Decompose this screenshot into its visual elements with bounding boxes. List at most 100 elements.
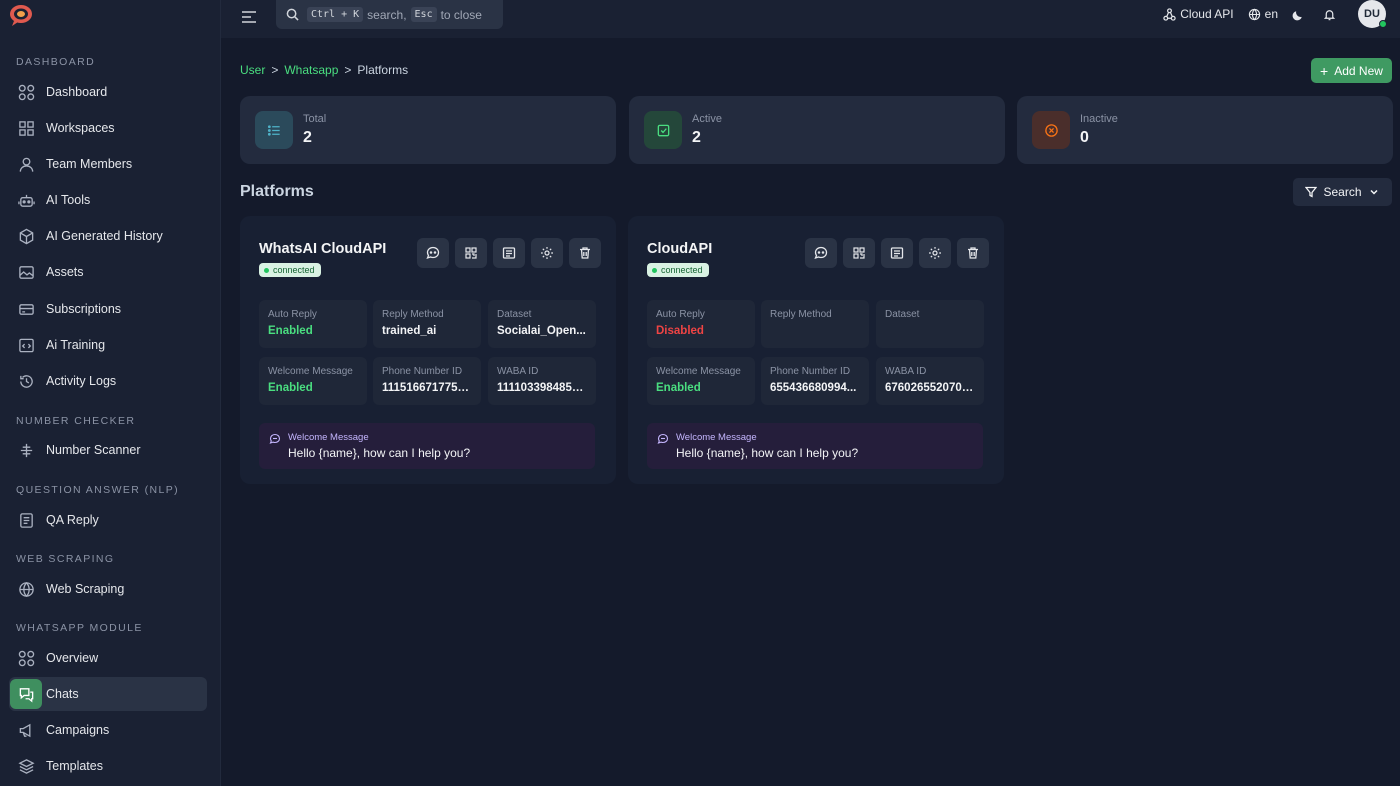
stat-label: Total <box>303 113 327 125</box>
phone-number-id-cell: Phone Number ID 655436680994... <box>761 357 869 405</box>
delete-button[interactable] <box>569 238 601 268</box>
cell-value: trained_ai <box>382 325 437 337</box>
stat-value: 0 <box>1080 129 1089 146</box>
waba-id-cell: WABA ID 6760265520704... <box>876 357 984 405</box>
settings-button[interactable] <box>919 238 951 268</box>
qr-code-icon <box>465 247 477 259</box>
filter-icon <box>1305 186 1318 198</box>
language-selector[interactable]: en <box>1248 7 1278 21</box>
app-logo-icon[interactable] <box>6 2 36 28</box>
breadcrumb-user[interactable]: User <box>240 63 265 77</box>
search-filter-button[interactable]: Search <box>1293 178 1392 206</box>
sidebar-item-label: AI Generated History <box>46 229 163 243</box>
stat-card-total: Total 2 <box>240 96 616 164</box>
chat-bubble-icon <box>814 246 828 260</box>
sidebar-item-templates[interactable]: Templates <box>9 749 207 783</box>
sidebar-item-workspaces[interactable]: Workspaces <box>9 111 207 145</box>
cell-label: Phone Number ID <box>770 366 851 377</box>
grid-circles-icon <box>10 643 42 673</box>
sidebar-item-label: Activity Logs <box>46 374 117 388</box>
global-search-trigger[interactable]: Ctrl + K search, Esc to close <box>276 0 503 29</box>
user-avatar[interactable]: DU <box>1358 0 1387 28</box>
sidebar-item-assets[interactable]: Assets <box>9 255 207 289</box>
sidebar-item-ai-generated-history[interactable]: AI Generated History <box>9 219 207 253</box>
sidebar-item-campaigns[interactable]: Campaigns <box>9 713 207 747</box>
sidebar-item-team-members[interactable]: Team Members <box>9 147 207 181</box>
sidebar-item-number-scanner[interactable]: Number Scanner <box>9 433 207 467</box>
code-window-icon <box>10 330 42 360</box>
sidebar-item-web-scraping[interactable]: Web Scraping <box>9 572 207 606</box>
cell-label: Auto Reply <box>268 309 317 320</box>
auto-reply-cell: Auto Reply Disabled <box>647 300 755 348</box>
sidebar-item-label: Dashboard <box>46 85 108 99</box>
status-badge: connected <box>647 263 709 277</box>
qr-code-icon <box>853 247 865 259</box>
cell-value: 655436680994... <box>770 382 857 394</box>
globe-icon <box>10 574 42 604</box>
notifications-button[interactable] <box>1323 8 1340 21</box>
sidebar-item-ai-tools[interactable]: AI Tools <box>9 183 207 217</box>
close-hint: to close <box>440 7 482 22</box>
online-status-dot <box>1379 20 1387 28</box>
avatar-initials: DU <box>1364 8 1380 20</box>
escape-kbd: Esc <box>410 7 437 22</box>
shortcut-kbd: Ctrl + K <box>307 7 364 22</box>
platform-card: WhatsAI CloudAPI connected Auto Reply Ena… <box>240 216 616 484</box>
details-button[interactable] <box>881 238 913 268</box>
details-button[interactable] <box>493 238 525 268</box>
stat-label: Active <box>692 113 722 125</box>
qr-code-button[interactable] <box>843 238 875 268</box>
sidebar-item-overview[interactable]: Overview <box>9 641 207 675</box>
grid-squares-icon <box>10 113 42 143</box>
section-title-dashboard: DASHBOARD <box>16 56 96 68</box>
sidebar-item-label: Web Scraping <box>46 582 125 596</box>
welcome-message-cell: Welcome Message Enabled <box>259 357 367 405</box>
breadcrumb-whatsapp[interactable]: Whatsapp <box>284 63 338 77</box>
cloud-api-link[interactable]: Cloud API <box>1163 7 1234 21</box>
search-filter-label: Search <box>1323 185 1362 199</box>
chevron-down-icon <box>1369 189 1378 195</box>
breadcrumb-current: Platforms <box>357 63 409 77</box>
gear-icon <box>541 247 553 259</box>
chat-button[interactable] <box>417 238 449 268</box>
stat-value: 2 <box>692 129 701 146</box>
qr-code-button[interactable] <box>455 238 487 268</box>
stat-label: Inactive <box>1080 113 1118 125</box>
globe-icon <box>1248 8 1260 20</box>
section-title-qa: QUESTION ANSWER (NLP) <box>16 484 179 496</box>
sidebar-item-label: Workspaces <box>46 121 115 135</box>
cell-value: Enabled <box>268 382 313 394</box>
sidebar-item-ai-training[interactable]: Ai Training <box>9 328 207 362</box>
chat-button[interactable] <box>805 238 837 268</box>
network-icon <box>1163 7 1176 21</box>
check-square-icon <box>644 111 682 149</box>
moon-icon <box>1292 10 1302 20</box>
status-text: connected <box>273 265 315 275</box>
x-circle-icon <box>1032 111 1070 149</box>
document-icon <box>10 505 42 535</box>
settings-button[interactable] <box>531 238 563 268</box>
cell-label: Welcome Message <box>268 366 353 377</box>
chat-bubble-icon <box>426 246 440 260</box>
plus-icon: + <box>1320 62 1329 79</box>
status-text: connected <box>661 265 703 275</box>
breadcrumb-separator: > <box>271 63 279 77</box>
trash-icon <box>968 247 978 259</box>
robot-icon <box>10 185 42 215</box>
add-new-button[interactable]: + Add New <box>1311 58 1392 83</box>
stat-value: 2 <box>303 129 312 146</box>
platform-actions <box>417 238 601 268</box>
sidebar-item-activity-logs[interactable]: Activity Logs <box>9 364 207 398</box>
sidebar-item-chats[interactable]: Chats <box>9 677 207 711</box>
theme-toggle[interactable] <box>1292 8 1309 21</box>
cell-value: Socialai_Open... <box>497 325 586 337</box>
sidebar-item-subscriptions[interactable]: Subscriptions <box>9 292 207 326</box>
auto-reply-cell: Auto Reply Enabled <box>259 300 367 348</box>
sidebar-item-dashboard[interactable]: Dashboard <box>9 75 207 109</box>
layers-icon <box>10 751 42 781</box>
chats-icon <box>10 679 42 709</box>
menu-toggle-icon[interactable] <box>239 7 259 27</box>
delete-button[interactable] <box>957 238 989 268</box>
cell-label: Auto Reply <box>656 309 705 320</box>
sidebar-item-qa-reply[interactable]: QA Reply <box>9 503 207 537</box>
